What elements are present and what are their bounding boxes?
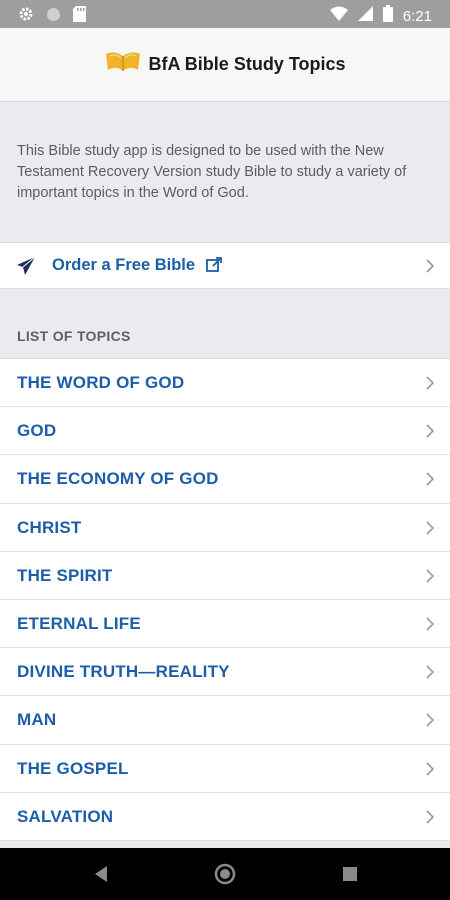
home-icon[interactable] (214, 863, 236, 890)
topic-item[interactable]: SALVATION (0, 793, 450, 841)
chevron-right-icon (425, 471, 435, 492)
chevron-right-icon (425, 809, 435, 830)
external-link-icon (205, 256, 223, 279)
topic-item[interactable]: THE SPIRIT (0, 552, 450, 600)
battery-icon (382, 5, 393, 27)
topic-label: ETERNAL LIFE (17, 613, 141, 633)
system-nav-bar (0, 848, 450, 900)
chevron-right-icon (425, 664, 435, 685)
back-icon[interactable] (93, 865, 109, 888)
list-of-topics-heading: LIST OF TOPICS (17, 328, 131, 344)
chevron-right-icon (425, 568, 435, 589)
topic-item[interactable]: THE GOSPEL (0, 745, 450, 793)
topic-item[interactable]: DIVINE TRUTH—REALITY (0, 648, 450, 697)
topic-item[interactable]: THE WORD OF GOD (0, 359, 450, 408)
signal-icon (357, 6, 373, 26)
chevron-right-icon (425, 258, 435, 279)
wifi-icon (329, 6, 348, 26)
status-left-icons (18, 6, 86, 27)
app-header: BfA Bible Study Topics (0, 28, 450, 102)
open-bible-icon (104, 50, 142, 79)
topic-label: GOD (17, 421, 57, 441)
status-bar: 6:21 (0, 0, 450, 28)
intro-text: This Bible study app is designed to be u… (17, 143, 407, 201)
topic-label: MAN (17, 710, 57, 730)
topic-item[interactable]: CHRIST (0, 504, 450, 552)
topic-label: CHRIST (17, 517, 82, 537)
sd-card-icon (73, 6, 86, 27)
recents-icon[interactable] (343, 867, 357, 886)
circle-icon (46, 7, 61, 27)
status-right-icons: 6:21 (329, 5, 432, 27)
order-free-bible-label: Order a Free Bible (52, 256, 196, 274)
app-title: BfA Bible Study Topics (148, 54, 346, 74)
topics-list: THE WORD OF GOD GOD THE ECONOMY OF GOD C… (0, 358, 450, 841)
chevron-right-icon (425, 761, 435, 782)
topic-item[interactable]: GOD (0, 407, 450, 456)
order-free-bible-row[interactable]: Order a Free Bible (0, 242, 450, 289)
status-time: 6:21 (402, 7, 432, 25)
topic-label: THE GOSPEL (17, 758, 129, 778)
paper-plane-icon (16, 256, 36, 281)
settings-icon (18, 6, 34, 27)
chevron-right-icon (425, 375, 435, 396)
topic-label: SALVATION (17, 806, 114, 826)
topic-item[interactable]: THE ECONOMY OF GOD (0, 455, 450, 504)
topic-item[interactable]: MAN (0, 696, 450, 745)
topic-label: DIVINE TRUTH—REALITY (17, 662, 230, 682)
topic-item[interactable]: ETERNAL LIFE (0, 600, 450, 649)
topic-label: THE ECONOMY OF GOD (17, 469, 219, 489)
topic-label: THE WORD OF GOD (17, 373, 185, 392)
topic-label: THE SPIRIT (17, 565, 113, 585)
chevron-right-icon (425, 520, 435, 541)
chevron-right-icon (425, 712, 435, 733)
chevron-right-icon (425, 616, 435, 637)
chevron-right-icon (425, 423, 435, 444)
